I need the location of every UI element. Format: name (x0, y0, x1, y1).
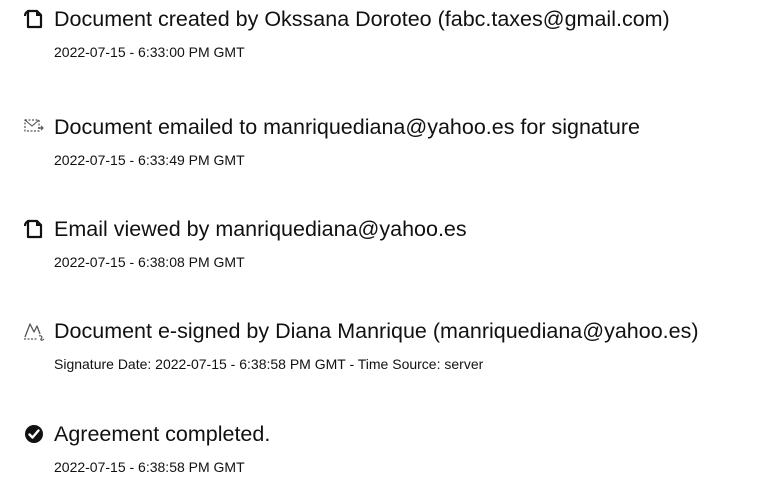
event-timestamp: 2022-07-15 - 6:38:08 PM GMT (54, 254, 245, 270)
event-timestamp: 2022-07-15 - 6:33:00 PM GMT (54, 44, 245, 60)
document-icon (22, 217, 46, 241)
event-timestamp: 2022-07-15 - 6:38:58 PM GMT (54, 459, 245, 475)
event-title: Email viewed by manriquediana@yahoo.es (54, 217, 467, 241)
event-timestamp: 2022-07-15 - 6:33:49 PM GMT (54, 152, 245, 168)
document-icon (22, 7, 46, 31)
audit-event-document-created: Document created by Okssana Doroteo (fab… (0, 7, 781, 77)
event-title: Document created by Okssana Doroteo (fab… (54, 7, 670, 31)
event-timestamp: Signature Date: 2022-07-15 - 6:38:58 PM … (54, 356, 484, 372)
event-title: Document e-signed by Diana Manrique (man… (54, 319, 699, 343)
audit-event-document-signed: Document e-signed by Diana Manrique (man… (0, 319, 781, 389)
audit-event-document-emailed: Document emailed to manriquediana@yahoo.… (0, 115, 781, 185)
email-icon (22, 115, 46, 139)
audit-event-email-viewed: Email viewed by manriquediana@yahoo.es 2… (0, 217, 781, 287)
event-title: Agreement completed. (54, 422, 271, 446)
signature-icon (22, 319, 46, 343)
event-title: Document emailed to manriquediana@yahoo.… (54, 115, 640, 139)
checkmark-badge-icon (22, 422, 46, 446)
